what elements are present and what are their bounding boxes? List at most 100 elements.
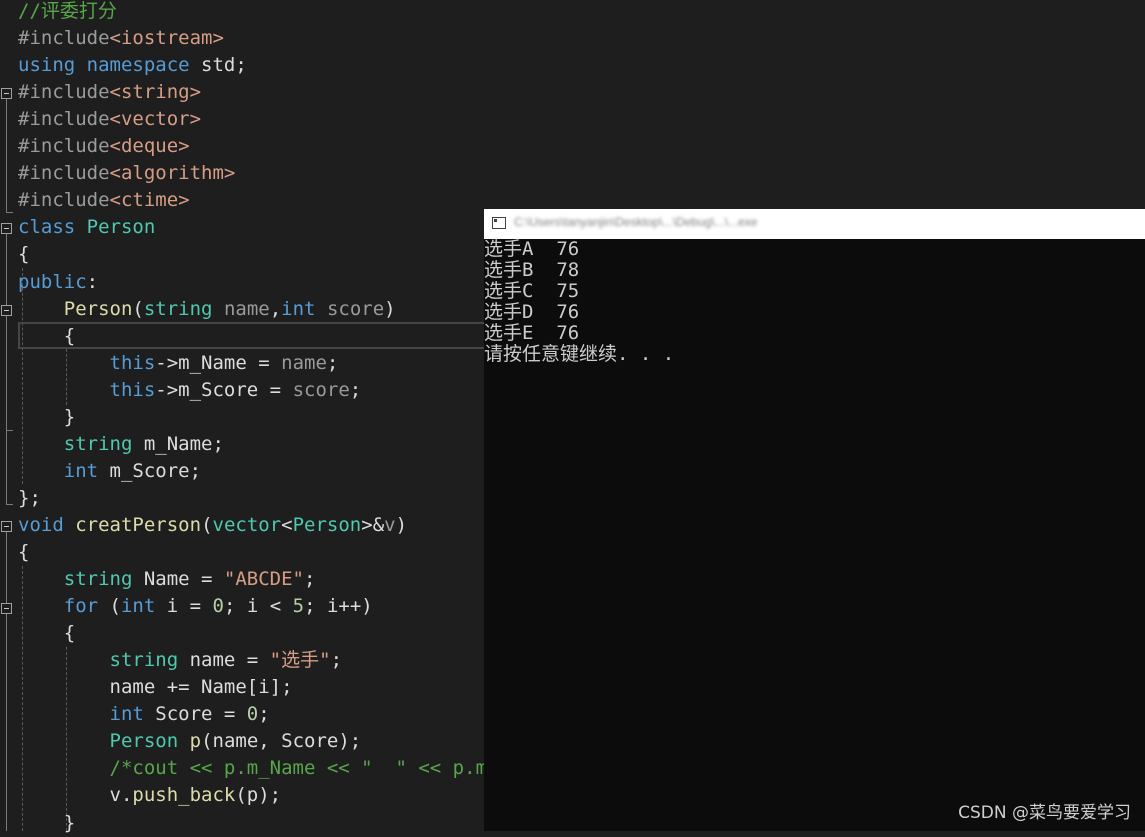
fold-toggle-icon[interactable] — [1, 305, 12, 316]
code-token: ->m_Name = — [155, 352, 281, 374]
code-line[interactable]: using namespace std; — [18, 52, 247, 79]
code-token: Person — [293, 514, 362, 536]
code-token: Person — [110, 730, 179, 752]
code-token: this — [110, 352, 156, 374]
fold-toggle-icon[interactable] — [1, 88, 12, 99]
code-token — [18, 703, 110, 725]
code-token — [18, 730, 110, 752]
code-token: #include — [18, 189, 110, 211]
code-line[interactable]: }; — [18, 485, 41, 512]
code-token — [18, 595, 64, 617]
code-token: #include — [18, 27, 110, 49]
code-line[interactable]: #include<string> — [18, 79, 201, 106]
code-line[interactable]: this->m_Name = name; — [18, 350, 338, 377]
code-token: Person — [64, 298, 133, 320]
code-token: #include — [18, 108, 110, 130]
code-token: v — [384, 514, 395, 536]
console-output: 选手A 76选手B 78选手C 75选手D 76选手E 76请按任意键继续. .… — [484, 239, 1145, 365]
code-line[interactable]: { — [18, 323, 75, 350]
code-token: <algorithm> — [110, 162, 236, 184]
code-line[interactable]: Person(string name,int score) — [18, 296, 396, 323]
code-token: Name = — [132, 568, 224, 590]
code-line[interactable]: string Name = "ABCDE"; — [18, 566, 315, 593]
code-token: ; — [350, 379, 361, 401]
code-token: ( — [132, 298, 143, 320]
code-line[interactable]: //评委打分 — [18, 0, 117, 25]
code-token — [316, 298, 327, 320]
current-line-highlight — [18, 322, 488, 349]
fold-toggle-icon[interactable] — [1, 603, 12, 614]
console-titlebar[interactable]: C:\Users\tanyanjin\Desktop\...\Debug\...… — [484, 209, 1145, 239]
code-token: <vector> — [110, 108, 202, 130]
fold-toggle-icon[interactable] — [1, 223, 12, 234]
console-title: C:\Users\tanyanjin\Desktop\...\Debug\...… — [514, 215, 757, 229]
outline-line-ctor — [6, 316, 7, 430]
code-token: Person — [87, 216, 156, 238]
code-token: ( — [201, 514, 212, 536]
code-line[interactable]: { — [18, 241, 29, 268]
code-token: "选手" — [270, 649, 331, 671]
code-line[interactable]: public: — [18, 269, 98, 296]
code-token: string — [144, 298, 213, 320]
code-token: { — [18, 622, 75, 644]
console-line: 选手A 76 — [484, 239, 1145, 260]
code-token: score — [327, 298, 384, 320]
code-line[interactable]: } — [18, 404, 75, 431]
code-line[interactable]: Person p(name, Score); — [18, 728, 361, 755]
code-token: int — [281, 298, 315, 320]
code-line[interactable]: v.push_back(p); — [18, 782, 281, 809]
code-line[interactable]: { — [18, 539, 29, 566]
code-token: void — [18, 514, 64, 536]
code-line[interactable]: #include<iostream> — [18, 25, 224, 52]
code-line[interactable]: string m_Name; — [18, 431, 224, 458]
code-token: using — [18, 54, 75, 76]
code-token — [18, 460, 64, 482]
code-line[interactable]: #include<ctime> — [18, 187, 190, 214]
code-token: name — [224, 298, 270, 320]
code-line[interactable]: #include<deque> — [18, 133, 190, 160]
code-token: public — [18, 271, 87, 293]
watermark: CSDN @菜鸟要爱学习 — [958, 798, 1131, 823]
outline-end-tick — [6, 430, 13, 431]
code-token — [18, 649, 110, 671]
code-line[interactable]: int m_Score; — [18, 458, 201, 485]
code-token: ; — [331, 649, 342, 671]
code-token: this — [110, 379, 156, 401]
code-token — [213, 298, 224, 320]
code-line[interactable]: #include<algorithm> — [18, 160, 235, 187]
fold-toggle-icon[interactable] — [1, 521, 12, 532]
code-token: string — [110, 649, 179, 671]
code-line[interactable]: /*cout << p.m_Name << " " << p.m_S — [18, 755, 510, 782]
console-app-icon — [492, 217, 506, 229]
code-token — [18, 757, 110, 779]
code-line[interactable]: int Score = 0; — [18, 701, 270, 728]
code-token: name += Name[i]; — [18, 676, 293, 698]
code-token: for — [64, 595, 98, 617]
code-line[interactable]: for (int i = 0; i < 5; i++) — [18, 593, 373, 620]
code-token: <ctime> — [110, 189, 190, 211]
code-line[interactable]: string name = "选手"; — [18, 647, 342, 674]
code-line[interactable]: class Person — [18, 214, 155, 241]
console-window[interactable]: C:\Users\tanyanjin\Desktop\...\Debug\...… — [484, 209, 1145, 831]
code-token: , — [270, 298, 281, 320]
code-token: < — [281, 514, 292, 536]
code-token: ) — [384, 298, 395, 320]
code-line[interactable]: this->m_Score = score; — [18, 377, 361, 404]
code-token — [18, 379, 110, 401]
code-token: <string> — [110, 81, 202, 103]
code-token: string — [64, 568, 133, 590]
code-token: { — [18, 325, 75, 347]
console-line: 选手C 75 — [484, 281, 1145, 302]
code-token: 0 — [247, 703, 258, 725]
code-token: creatPerson — [75, 514, 201, 536]
code-line[interactable]: } — [18, 810, 75, 837]
code-line[interactable]: { — [18, 620, 75, 647]
code-token: 5 — [293, 595, 304, 617]
code-line[interactable]: void creatPerson(vector<Person>&v) — [18, 512, 407, 539]
code-token: ; — [327, 352, 338, 374]
code-line[interactable]: #include<vector> — [18, 106, 201, 133]
code-token: name = — [178, 649, 270, 671]
code-token: ; i < — [224, 595, 293, 617]
code-line[interactable]: name += Name[i]; — [18, 674, 293, 701]
code-token: "ABCDE" — [224, 568, 304, 590]
